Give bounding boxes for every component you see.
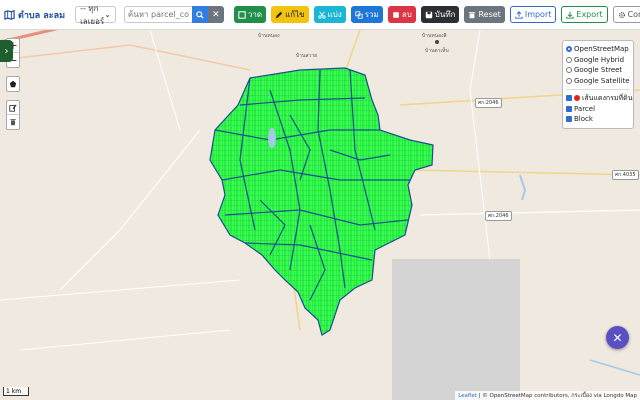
road-shield-1: ศก.2046 bbox=[475, 98, 502, 108]
gear-icon bbox=[618, 11, 625, 18]
layer-select[interactable]: -- ทุกเลเยอร์ ⌄ bbox=[75, 4, 116, 26]
checkbox-checked[interactable] bbox=[566, 95, 572, 102]
overlay-parcel[interactable]: Parcel bbox=[566, 104, 630, 115]
radio[interactable] bbox=[566, 56, 572, 63]
draw-button[interactable]: วาด bbox=[233, 6, 267, 23]
attribution-text: | © OpenStreetMap contributors, กระเบื้อ… bbox=[478, 393, 637, 399]
map-attribution: Leaflet | © OpenStreetMap contributors, … bbox=[455, 391, 640, 400]
draw-polygon-control bbox=[6, 76, 20, 92]
place-label-3: บ้านหนองสิ bbox=[422, 33, 447, 39]
trash-icon bbox=[469, 11, 476, 18]
download-icon bbox=[566, 11, 575, 19]
import-label: Import bbox=[524, 10, 552, 19]
save-button[interactable]: บันทึก bbox=[420, 6, 460, 23]
edit-button[interactable]: แก้ไข bbox=[271, 6, 309, 23]
draw-icon bbox=[238, 10, 246, 19]
red-circle-icon bbox=[574, 95, 580, 102]
radio[interactable] bbox=[566, 67, 572, 74]
split-button[interactable]: แบ่ง bbox=[313, 6, 346, 23]
config-label: Config bbox=[627, 10, 640, 19]
chevron-down-icon: ⌄ bbox=[104, 10, 111, 19]
overlay-red-line[interactable]: เส้นแดงกรมที่ดิน bbox=[566, 93, 633, 104]
trash-icon bbox=[10, 119, 16, 126]
square-delete-icon bbox=[393, 11, 399, 18]
place-label-4: บ้านตาเห็บ bbox=[425, 48, 449, 54]
map-canvas[interactable]: บ้านหนอง บ้านสวาย บ้านหนองสิ บ้านตาเห็บ … bbox=[0, 30, 640, 400]
search-button[interactable] bbox=[191, 6, 208, 23]
overlay-block[interactable]: Block bbox=[566, 114, 630, 125]
overlay-label: Block bbox=[574, 115, 593, 124]
place-label-1: บ้านหนอง bbox=[258, 33, 280, 39]
edit-label: แก้ไข bbox=[285, 10, 305, 19]
base-layer-google-street[interactable]: Google Street bbox=[566, 65, 630, 76]
base-layer-label: Google Street bbox=[574, 66, 623, 75]
layers-panel: OpenStreetMap Google Hybrid Google Stree… bbox=[562, 40, 634, 129]
top-toolbar: ตำบล ละลม -- ทุกเลเยอร์ ⌄ ✕ วาด แก้ไข แบ… bbox=[0, 0, 640, 30]
delete-layers-button[interactable] bbox=[7, 115, 19, 129]
delete-button[interactable]: ลบ bbox=[387, 6, 416, 23]
merge-button[interactable]: รวม bbox=[350, 6, 383, 23]
checkbox-checked[interactable] bbox=[566, 105, 572, 112]
scissors-icon bbox=[318, 11, 326, 19]
app-title: ตำบล ละลม bbox=[18, 10, 66, 21]
edit-layers-button[interactable] bbox=[7, 101, 19, 115]
base-layer-label: Google Satellite bbox=[574, 76, 630, 85]
sidebar-toggle[interactable]: › bbox=[0, 40, 13, 62]
reset-label: Reset bbox=[478, 10, 501, 19]
clear-search-button[interactable]: ✕ bbox=[207, 6, 224, 23]
merge-label: รวม bbox=[364, 10, 379, 19]
app-brand: ตำบล ละลม bbox=[4, 8, 65, 22]
polygon-tool-button[interactable] bbox=[7, 77, 19, 91]
missing-tile bbox=[392, 259, 520, 400]
pencil-icon bbox=[275, 11, 283, 18]
road-shield-2: ศก.4035 bbox=[612, 170, 639, 180]
export-label: Export bbox=[576, 10, 603, 19]
base-layer-label: Google Hybrid bbox=[574, 55, 625, 64]
search-input[interactable] bbox=[123, 6, 192, 23]
map-basemap bbox=[0, 30, 640, 400]
split-label: แบ่ง bbox=[327, 10, 342, 19]
base-layer-label: OpenStreetMap bbox=[574, 45, 629, 54]
export-button[interactable]: Export bbox=[561, 6, 608, 23]
base-layer-google-hybrid[interactable]: Google Hybrid bbox=[566, 55, 630, 66]
save-label: บันทึก bbox=[434, 10, 456, 19]
base-layer-google-satellite[interactable]: Google Satellite bbox=[566, 76, 630, 87]
layer-select-value: -- ทุกเลเยอร์ bbox=[80, 3, 105, 26]
layers-divider bbox=[566, 89, 630, 90]
polygon-icon bbox=[9, 80, 17, 88]
upload-icon bbox=[515, 10, 523, 19]
road-shield-3: ศก.2046 bbox=[485, 211, 512, 221]
close-icon: ✕ bbox=[212, 9, 220, 20]
radio-selected[interactable] bbox=[566, 46, 572, 53]
leaflet-link[interactable]: Leaflet bbox=[458, 393, 477, 399]
chevron-right-icon: › bbox=[4, 45, 9, 57]
checkbox-checked[interactable] bbox=[566, 116, 572, 123]
floppy-icon bbox=[425, 11, 432, 18]
radio[interactable] bbox=[566, 77, 572, 84]
overlay-label: Parcel bbox=[574, 104, 596, 113]
edit-tools-control bbox=[6, 100, 20, 130]
config-button[interactable]: Config bbox=[612, 6, 640, 23]
reset-button[interactable]: Reset bbox=[464, 6, 505, 23]
import-button[interactable]: Import bbox=[509, 6, 557, 23]
place-label-2: บ้านสวาย bbox=[296, 53, 317, 59]
search-group: ✕ bbox=[123, 6, 224, 23]
map-icon bbox=[4, 10, 15, 20]
close-fab-button[interactable]: ✕ bbox=[606, 326, 629, 349]
search-icon bbox=[196, 10, 204, 19]
scale-bar: 1 km bbox=[3, 387, 29, 396]
draw-label: วาด bbox=[247, 10, 263, 19]
delete-label: ลบ bbox=[401, 10, 412, 19]
base-layer-osm[interactable]: OpenStreetMap bbox=[566, 44, 630, 55]
overlay-label: เส้นแดงกรมที่ดิน bbox=[582, 93, 633, 102]
close-icon: ✕ bbox=[612, 330, 623, 345]
merge-icon bbox=[355, 10, 363, 19]
edit-icon bbox=[9, 104, 17, 112]
